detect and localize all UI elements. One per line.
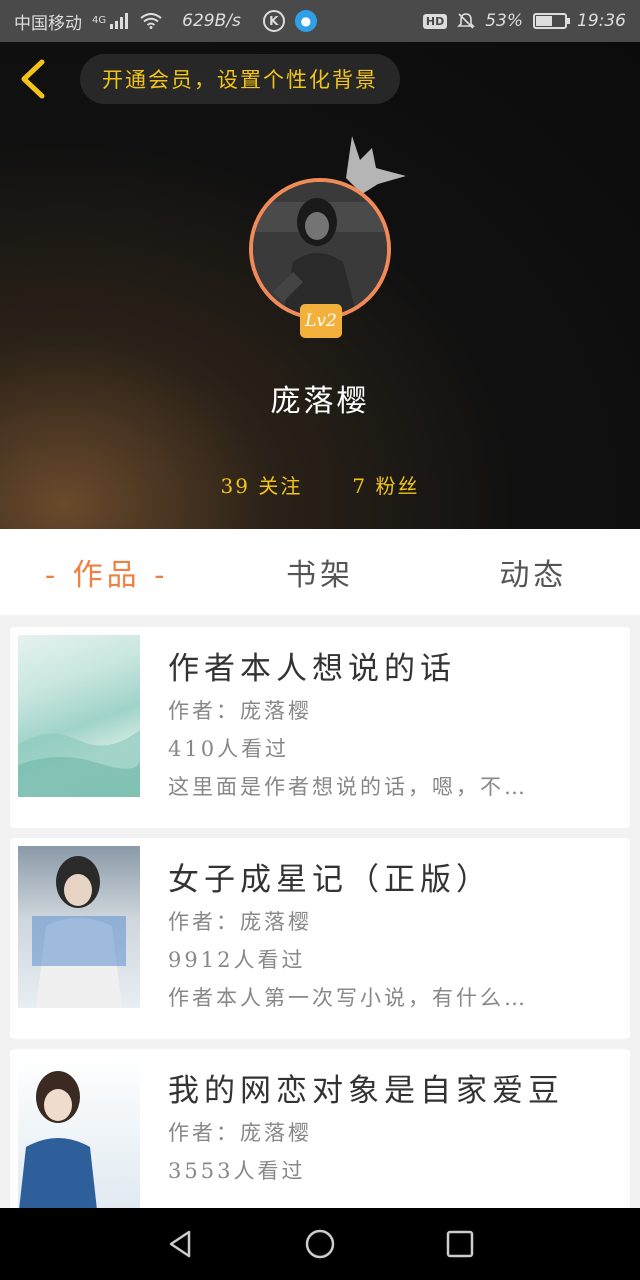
circle-home-icon <box>305 1229 335 1259</box>
avatar-container[interactable]: Lv2 <box>249 178 391 338</box>
nav-back-button[interactable] <box>160 1224 200 1264</box>
book-card[interactable]: 作者本人想说的话 作者：庞落樱 410人看过 这里面是作者想说的话，嗯，不… <box>10 627 630 828</box>
book-description: 作者本人第一次写小说，有什么… <box>168 986 528 1010</box>
app-notification-icon: ● <box>294 10 317 32</box>
status-bar: 中国移动 4G 629B/s K ● HD 53% 19:36 <box>0 0 640 42</box>
username: 庞落樱 <box>270 384 370 419</box>
followers-count[interactable]: 7 粉丝 <box>352 470 419 499</box>
battery-icon <box>533 13 570 29</box>
nav-recents-button[interactable] <box>440 1224 480 1264</box>
k-app-icon: K <box>262 10 285 32</box>
avatar-photo <box>253 182 387 316</box>
vip-background-prompt[interactable]: 开通会员，设置个性化背景 <box>80 54 400 104</box>
tab-activity[interactable]: 动态 <box>427 550 640 594</box>
book-author: 作者：庞落樱 <box>168 910 312 934</box>
mute-bell-icon <box>457 12 476 30</box>
clock: 19:36 <box>577 11 626 31</box>
system-nav-bar <box>0 1208 640 1280</box>
battery-percent: 53% <box>485 11 523 31</box>
book-views: 410人看过 <box>168 737 290 761</box>
tab-works[interactable]: - 作品 - <box>0 550 213 594</box>
wifi-icon <box>140 13 162 29</box>
book-title: 我的网恋对象是自家爱豆 <box>168 1073 564 1109</box>
book-cover <box>18 1057 140 1208</box>
network-speed: 629B/s <box>182 11 241 31</box>
profile-tabs: - 作品 - 书架 动态 <box>0 529 640 615</box>
level-badge: Lv2 <box>300 304 342 338</box>
works-list: 作者本人想说的话 作者：庞落樱 410人看过 这里面是作者想说的话，嗯，不… 女… <box>0 615 640 1208</box>
hd-icon: HD <box>422 13 448 29</box>
network-type: 4G <box>92 14 107 26</box>
square-recents-icon <box>446 1230 474 1258</box>
book-views: 9912人看过 <box>168 948 306 972</box>
nav-home-button[interactable] <box>300 1224 340 1264</box>
book-card[interactable]: 我的网恋对象是自家爱豆 作者：庞落樱 3553人看过 <box>10 1049 630 1208</box>
chevron-left-icon <box>21 59 45 99</box>
following-count[interactable]: 39 关注 <box>221 470 303 499</box>
book-description: 这里面是作者想说的话，嗯，不… <box>168 775 528 799</box>
book-cover <box>18 635 140 797</box>
back-button[interactable] <box>14 56 54 102</box>
signal-icon <box>110 13 130 29</box>
book-title: 作者本人想说的话 <box>168 651 456 687</box>
tab-bookshelf[interactable]: 书架 <box>213 550 426 594</box>
follow-stats: 39 关注 7 粉丝 <box>0 470 640 499</box>
book-author: 作者：庞落樱 <box>168 699 312 723</box>
book-cover <box>18 846 140 1008</box>
book-title: 女子成星记（正版） <box>168 862 492 898</box>
profile-header: 开通会员，设置个性化背景 Lv2 庞落樱 39 关注 7 粉丝 <box>0 42 640 529</box>
triangle-back-icon <box>169 1230 191 1258</box>
book-card[interactable]: 女子成星记（正版） 作者：庞落樱 9912人看过 作者本人第一次写小说，有什么… <box>10 838 630 1039</box>
avatar <box>249 178 391 320</box>
carrier-label: 中国移动 <box>14 13 82 34</box>
book-views: 3553人看过 <box>168 1159 306 1183</box>
book-author: 作者：庞落樱 <box>168 1121 312 1145</box>
